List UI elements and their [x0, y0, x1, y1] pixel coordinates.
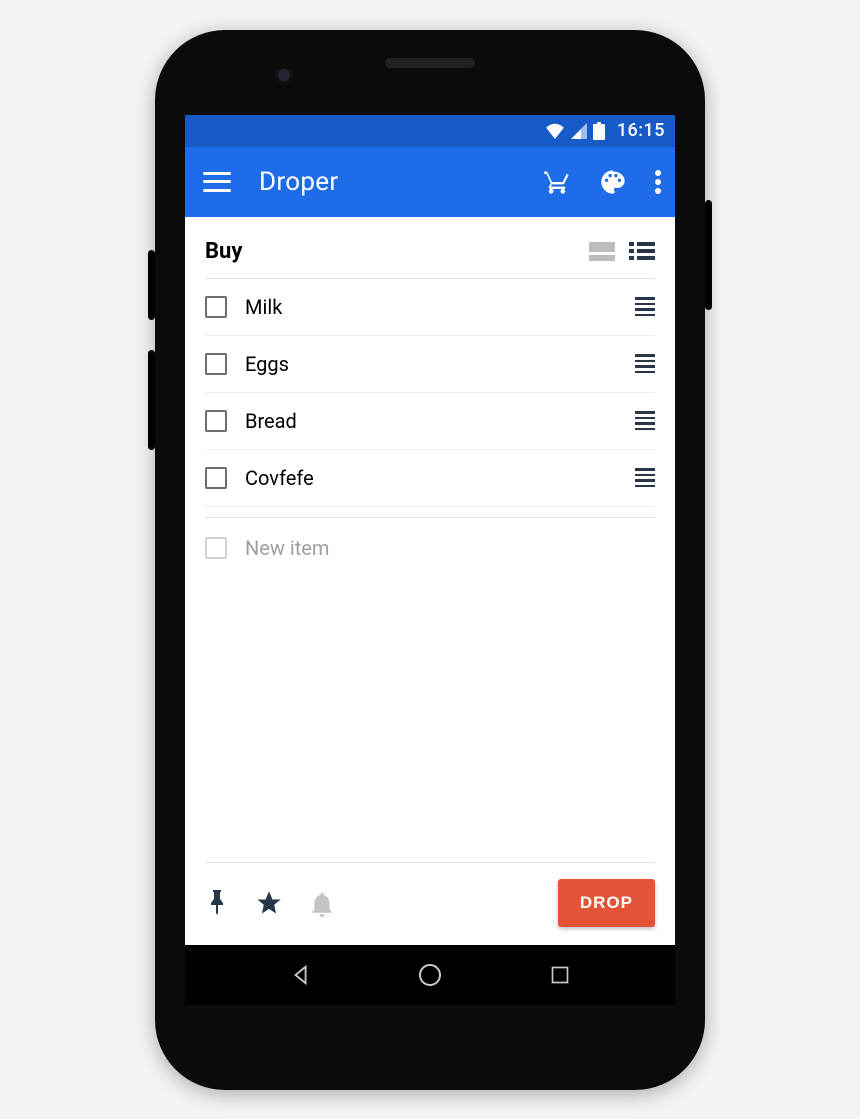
new-item-placeholder: New item — [245, 536, 655, 560]
list-item-label: Eggs — [245, 352, 635, 376]
drag-handle-icon[interactable] — [635, 468, 655, 487]
app-title: Droper — [259, 167, 543, 197]
phone-frame: 16:15 Droper Buy — [155, 30, 705, 1090]
status-time: 16:15 — [617, 120, 665, 141]
recent-apps-button[interactable] — [546, 961, 574, 989]
checkbox[interactable] — [205, 353, 227, 375]
checkbox-disabled — [205, 537, 227, 559]
power-button — [705, 200, 712, 310]
new-item-row[interactable]: New item — [205, 518, 655, 578]
bottom-toolbar: DROP — [205, 862, 655, 945]
view-toggle — [589, 242, 655, 261]
volume-up-button — [148, 250, 155, 320]
card-view-toggle[interactable] — [589, 242, 615, 261]
cart-icon[interactable] — [543, 168, 571, 196]
android-nav-bar — [185, 945, 675, 1005]
bell-icon[interactable] — [309, 889, 335, 917]
list-item: Milk — [205, 279, 655, 336]
status-bar: 16:15 — [185, 115, 675, 147]
home-button[interactable] — [416, 961, 444, 989]
list-item-label: Bread — [245, 409, 635, 433]
pin-icon[interactable] — [205, 889, 229, 917]
checkbox[interactable] — [205, 467, 227, 489]
drop-button[interactable]: DROP — [558, 879, 655, 927]
list-item-label: Covfefe — [245, 466, 635, 490]
drag-handle-icon[interactable] — [635, 354, 655, 373]
list-title: Buy — [205, 239, 242, 264]
star-icon[interactable] — [255, 889, 283, 917]
list-header: Buy — [205, 217, 655, 279]
list-item: Bread — [205, 393, 655, 450]
wifi-icon — [545, 123, 565, 139]
drag-handle-icon[interactable] — [635, 297, 655, 316]
list-view-toggle[interactable] — [629, 242, 655, 260]
signal-icon — [571, 123, 587, 139]
drag-handle-icon[interactable] — [635, 411, 655, 430]
screen: 16:15 Droper Buy — [185, 115, 675, 1005]
list-item: Covfefe — [205, 450, 655, 507]
hamburger-menu-icon[interactable] — [203, 172, 231, 192]
app-bar: Droper — [185, 147, 675, 217]
battery-icon — [593, 122, 605, 140]
checkbox[interactable] — [205, 296, 227, 318]
list-item-label: Milk — [245, 295, 635, 319]
checkbox[interactable] — [205, 410, 227, 432]
volume-down-button — [148, 350, 155, 450]
back-button[interactable] — [287, 961, 315, 989]
palette-icon[interactable] — [599, 168, 627, 196]
overflow-menu-icon[interactable] — [655, 170, 661, 194]
main-content: Buy Milk — [185, 217, 675, 945]
list-item: Eggs — [205, 336, 655, 393]
